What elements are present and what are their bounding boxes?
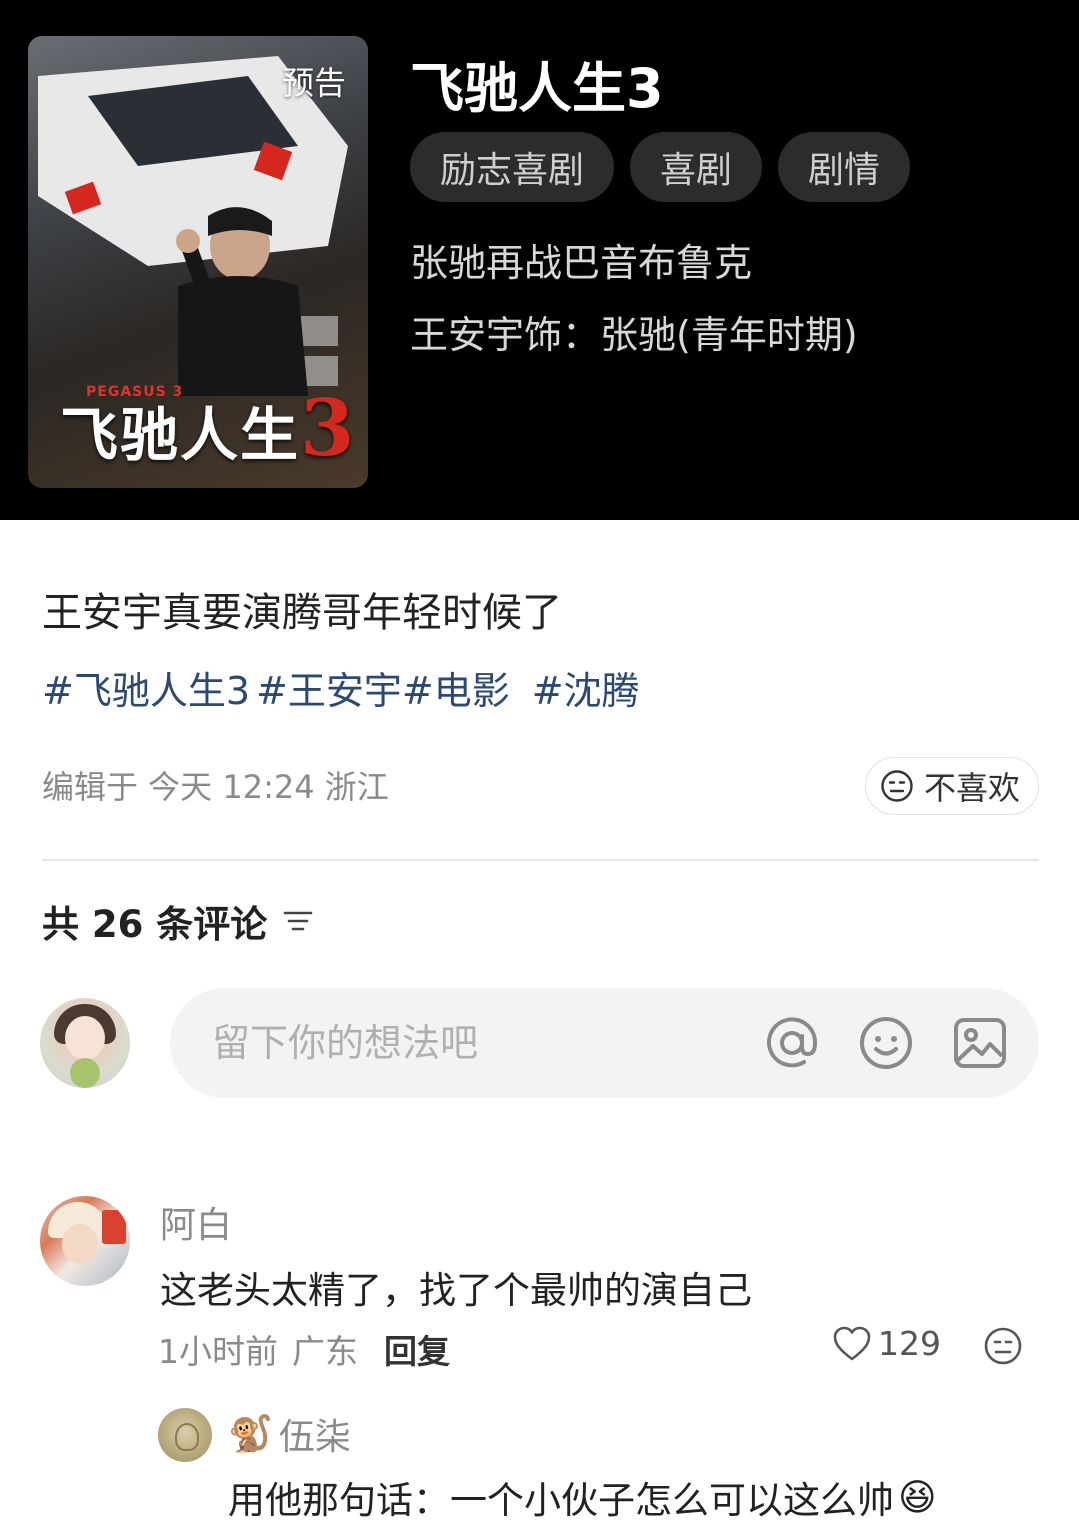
hashtag-link[interactable]: #飞驰人生3: [42, 660, 250, 715]
reply-author-name: 伍柒: [278, 1417, 351, 1458]
avatar-fruit: [70, 1058, 100, 1088]
genre-tags: 励志喜剧 喜剧 剧情: [410, 132, 911, 202]
comment-count-label: 共 26 条评论: [42, 903, 268, 946]
comment-time: 1小时前: [158, 1332, 278, 1371]
like-count: 129: [878, 1324, 941, 1363]
comment-location: 广东: [292, 1332, 358, 1371]
genre-tag[interactable]: 励志喜剧: [410, 132, 615, 202]
like-button[interactable]: 129: [832, 1324, 941, 1363]
movie-role: 王安宇饰：张驰(青年时期): [410, 313, 858, 357]
movie-card[interactable]: 预告 PEGASUS 3 飞驰人生3 飞驰人生3 励志喜剧 喜剧 剧情 张驰再战…: [0, 0, 1079, 520]
avatar[interactable]: [40, 1196, 130, 1286]
genre-tag[interactable]: 剧情: [778, 132, 911, 202]
comment-meta: 1小时前 广东 回复: [158, 1325, 450, 1373]
reply-avatar[interactable]: [158, 1408, 212, 1462]
reply-text: 用他那句话：一个小伙子怎么可以这么帅: [228, 1479, 894, 1522]
hashtag-list: #飞驰人生3 #王安宇 #电影 #沈腾: [42, 660, 640, 715]
poster-logo-number: 3: [300, 383, 357, 474]
heart-icon: [833, 1326, 871, 1360]
avatar-sign: [102, 1210, 126, 1244]
at-mention-icon[interactable]: [763, 1014, 821, 1072]
divider: [42, 859, 1039, 861]
comment-text: 这老头太精了，找了个最帅的演自己: [160, 1269, 752, 1312]
meh-face-icon[interactable]: [983, 1326, 1023, 1366]
meh-face-icon: [881, 770, 913, 802]
sort-icon[interactable]: [281, 906, 315, 936]
dislike-button[interactable]: 不喜欢: [864, 757, 1039, 815]
avatar-face: [62, 1224, 98, 1264]
avatar-face: [65, 1016, 105, 1060]
my-avatar[interactable]: [40, 998, 130, 1088]
movie-title[interactable]: 飞驰人生3: [410, 44, 664, 123]
emoji-icon[interactable]: [857, 1014, 915, 1072]
hashtag-link[interactable]: #沈腾: [532, 660, 640, 715]
comment-input-box[interactable]: [170, 988, 1039, 1098]
movie-poster[interactable]: 预告 PEGASUS 3 飞驰人生3: [28, 36, 368, 488]
laughing-emoji-icon: 😆: [898, 1475, 937, 1519]
genre-tag[interactable]: 喜剧: [630, 132, 763, 202]
post-meta: 编辑于 今天 12:24 浙江: [42, 768, 389, 806]
poster-logo: 飞驰人生3: [60, 383, 356, 474]
comments-header: 共 26 条评论: [42, 894, 315, 948]
post-text: 王安宇真要演腾哥年轻时候了: [42, 590, 562, 636]
reply-text-row: 用他那句话：一个小伙子怎么可以这么帅 😆: [228, 1470, 937, 1524]
monkey-emoji-icon: 🐒: [228, 1414, 273, 1455]
trailer-badge: 预告: [281, 64, 346, 102]
reply-button[interactable]: 回复: [384, 1325, 450, 1373]
comment-input[interactable]: [212, 1021, 732, 1065]
image-icon[interactable]: [951, 1014, 1009, 1072]
comment-author[interactable]: 阿白: [160, 1196, 232, 1248]
hashtag-link[interactable]: #王安宇: [256, 660, 402, 715]
movie-description: 张驰再战巴音布鲁克: [410, 241, 753, 285]
dislike-label: 不喜欢: [923, 769, 1020, 807]
poster-logo-text: 飞驰人生: [60, 401, 301, 469]
hashtag-link[interactable]: #电影: [402, 660, 510, 715]
reply-author[interactable]: 🐒 伍柒: [228, 1408, 351, 1460]
input-actions: [763, 1014, 1009, 1072]
